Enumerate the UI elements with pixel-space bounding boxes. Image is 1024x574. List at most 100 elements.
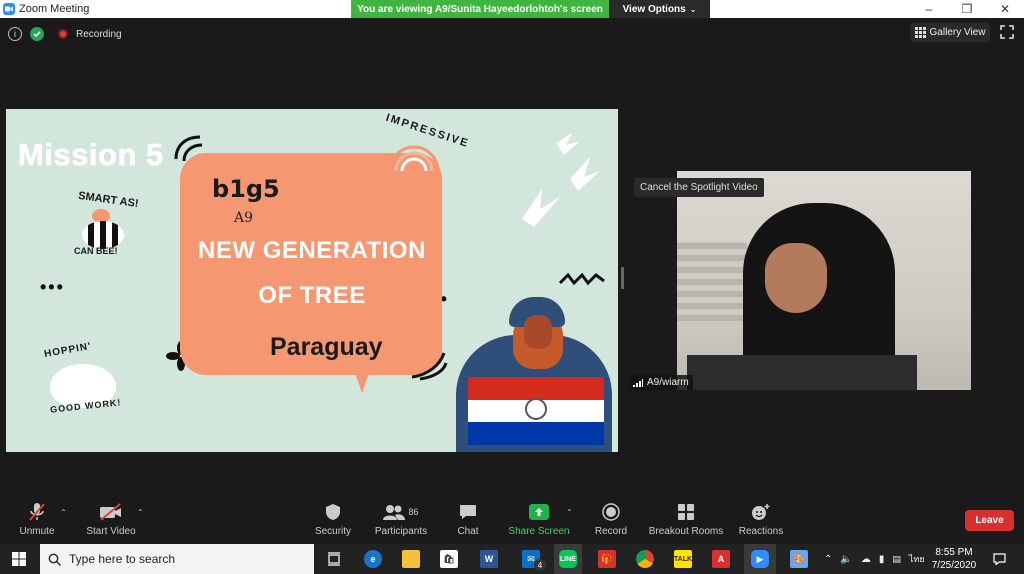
fullscreen-icon[interactable] [1000,25,1014,39]
taskbar-search-box[interactable]: Type here to search [40,544,314,574]
taskbar-app-line[interactable]: LINE [554,544,582,574]
network-icon[interactable]: ▤ [892,554,901,565]
close-window-button[interactable]: ✕ [986,0,1024,18]
video-vent [677,241,747,321]
share-screen-label: Share Screen [508,526,570,537]
birds-icon [522,133,600,227]
start-video-button[interactable]: Start Video [82,496,140,544]
breakout-rooms-icon [678,504,694,520]
share-screen-button[interactable]: Share Screen [508,496,570,544]
unmute-button[interactable]: Unmute [14,496,60,544]
record-icon [602,503,620,521]
folder-icon [402,550,420,568]
taskbar-app-paint[interactable]: 🎨 [786,544,812,574]
rainbow-icon [388,145,440,171]
participant-name-bar: A9/wiarm [629,375,693,390]
participant-video-tile[interactable] [677,171,971,390]
gallery-view-button[interactable]: Gallery View [910,23,990,42]
smiley-plus-icon [752,504,770,520]
viewing-screen-banner: You are viewing A9/Sunita Hayeedorlohtoh… [351,0,609,18]
shared-screen-slide: Mission 5 SMART AS! CAN BEE! ••• ••• HOP… [6,109,618,452]
unmute-label: Unmute [19,526,55,537]
notifications-button[interactable] [988,544,1010,574]
shield-check-icon[interactable] [30,27,44,41]
taskbar-app-explorer[interactable] [398,544,424,574]
squiggle-icon [558,272,605,286]
slide-class-code: A9 [234,210,254,226]
signal-bars-icon [633,378,643,387]
security-label: Security [314,526,352,537]
view-options-button[interactable]: View Options ⌄ [609,0,710,18]
participant-name: A9/wiarm [647,377,689,388]
task-view-button[interactable] [322,544,346,574]
info-icon[interactable]: i [8,27,22,41]
task-view-icon [328,552,340,566]
paint-icon: 🎨 [790,550,808,568]
participants-count: 86 [408,507,419,517]
recording-label: Recording [76,28,122,40]
chat-bubble-icon [460,505,476,519]
start-video-label: Start Video [86,526,136,537]
clock-date: 7/25/2020 [931,560,977,571]
chat-button[interactable]: Chat [452,496,484,544]
cloud-icon[interactable]: ☁ [861,554,871,565]
breakout-rooms-label: Breakout Rooms [648,526,724,537]
grid-icon [914,27,926,38]
volume-icon[interactable]: 🔈 [840,554,852,565]
notification-icon [992,553,1006,565]
taskbar-app-edge[interactable]: e [360,544,386,574]
reactions-button[interactable]: Reactions [738,496,784,544]
security-button[interactable]: Security [312,496,354,544]
share-options-chevron-icon[interactable]: ⌃ [566,508,573,517]
restore-button[interactable]: ❐ [948,0,986,18]
minimize-button[interactable]: – [910,0,948,18]
sticker-canbee-text: CAN BEE! [74,246,118,256]
breakout-rooms-button[interactable]: Breakout Rooms [648,496,724,544]
taskbar-app-zoom[interactable]: ▶ [744,544,776,574]
store-icon: 🛍 [440,550,458,568]
taskbar-app-word[interactable]: W [476,544,502,574]
slide-country: Paraguay [270,333,383,361]
clock-time: 8:55 PM [935,547,973,558]
chevron-down-icon: ⌄ [689,4,697,14]
speech-bubble-tail [350,359,374,393]
start-button[interactable] [0,544,38,574]
taskbar-app-kakaotalk[interactable]: TALK [670,544,696,574]
participants-button[interactable]: 86 Participants [372,496,430,544]
participant-face [765,243,827,313]
taskbar-app-store[interactable]: 🛍 [436,544,462,574]
recording-icon [58,29,68,39]
record-button[interactable]: Record [592,496,630,544]
microphone-muted-icon [29,503,45,521]
cancel-spotlight-button[interactable]: Cancel the Spotlight Video [634,178,764,197]
record-label: Record [594,526,628,537]
audio-options-chevron-icon[interactable]: ⌃ [60,508,67,517]
slide-mission-title: Mission 5 [18,137,164,173]
video-desk [687,355,917,390]
camera-off-icon [100,503,121,521]
pdf-icon: A [712,550,730,568]
chat-label: Chat [457,526,479,537]
language-indicator[interactable]: ไทย [909,552,925,566]
leave-button[interactable]: Leave [965,510,1014,531]
gallery-view-label: Gallery View [929,27,986,38]
meeting-toolbar: Unmute ⌃ Start Video ⌃ Security 86 Parti… [0,496,1024,544]
shield-icon [326,504,340,520]
video-options-chevron-icon[interactable]: ⌃ [137,508,144,517]
taskbar-app-gift[interactable]: 🎁 [594,544,620,574]
meeting-info-bar: i Recording [8,25,122,43]
slide-heading-line2: OF TREE [258,282,366,309]
sticker-smart-text: SMART AS! [77,189,140,211]
tray-chevron-up-icon[interactable]: ⌃ [824,554,832,565]
share-screen-icon [529,504,549,520]
search-placeholder: Type here to search [69,552,176,566]
taskbar-app-mail[interactable]: ✉ 4 [516,544,546,574]
battery-icon[interactable]: ▮ [879,554,885,565]
view-options-label: View Options [622,3,686,15]
slide-group-code: b1g5 [212,175,280,203]
taskbar-app-acrobat[interactable]: A [708,544,734,574]
taskbar-clock[interactable]: 8:55 PM 7/25/2020 [926,544,982,574]
taskbar-app-chrome[interactable] [632,544,658,574]
panel-resize-handle[interactable] [621,267,624,289]
zoom-window: Zoom Meeting – ❐ ✕ You are viewing A9/Su… [0,0,1024,574]
